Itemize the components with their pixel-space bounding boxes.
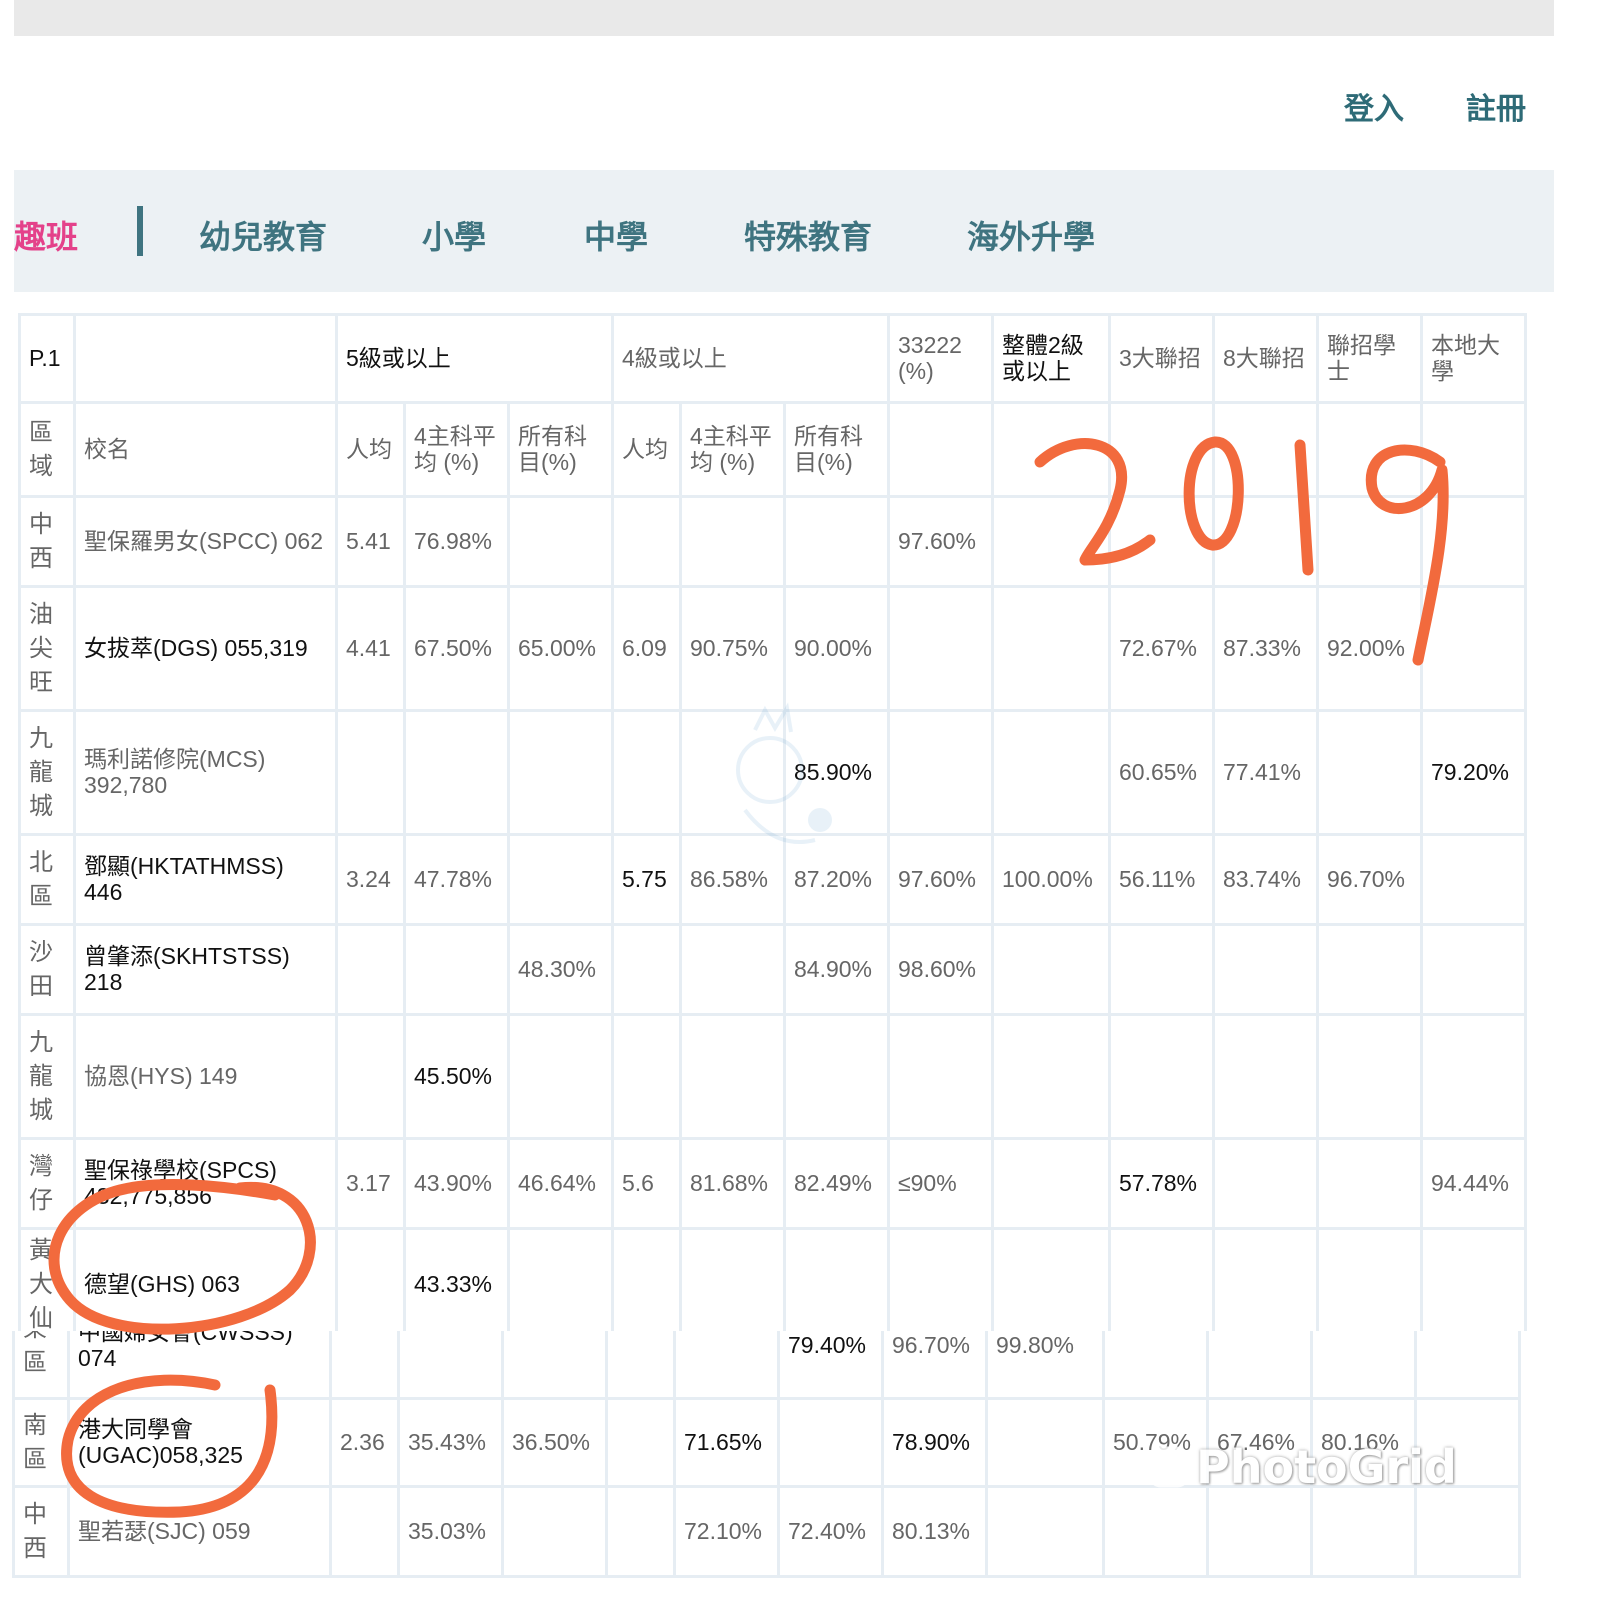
photogrid-label: PhotoGrid xyxy=(1196,1440,1457,1494)
handwritten-2019 xyxy=(1034,438,1156,566)
photogrid-watermark: PhotoGrid xyxy=(1148,1440,1457,1494)
circle-ugac xyxy=(61,1374,278,1518)
circle-ghs xyxy=(48,1179,316,1335)
handwritten-annotation xyxy=(48,436,1449,1518)
photogrid-logo-icon xyxy=(1148,1446,1190,1488)
